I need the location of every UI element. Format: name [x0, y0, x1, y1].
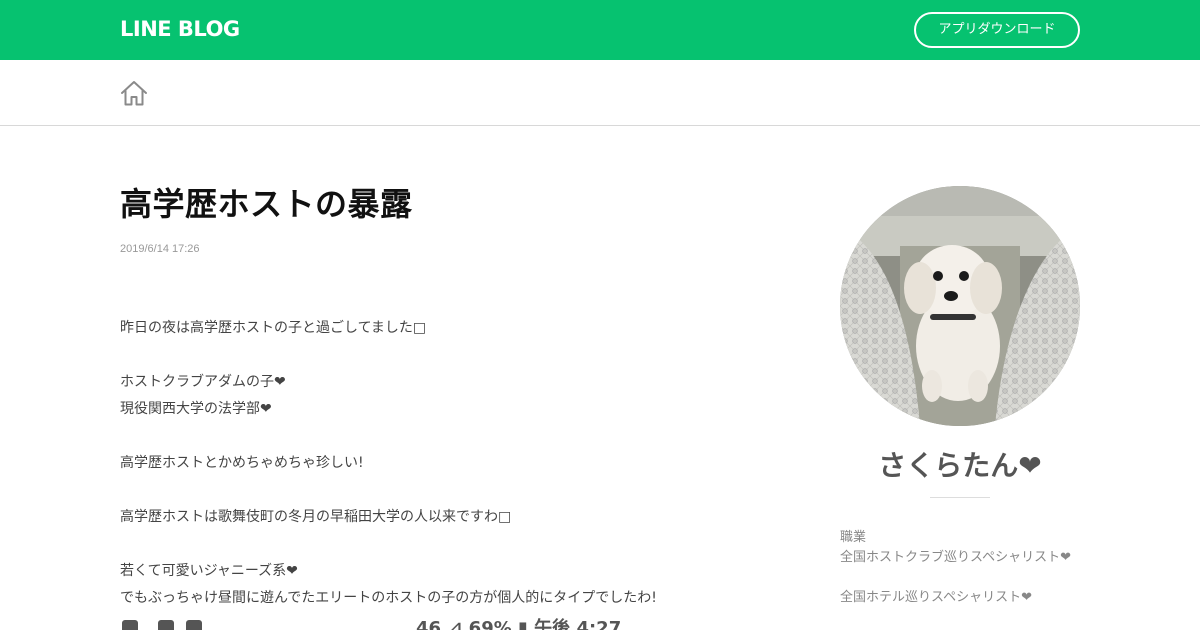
author-avatar[interactable] [840, 186, 1080, 426]
article-body: 昨日の夜は高学歴ホストの子と過ごしてました□ ホストクラブアダムの子❤ 現役関西… [120, 316, 760, 613]
line-blog-logo[interactable]: LINE BLOG [120, 17, 240, 41]
author-profile: 職業 全国ホストクラブ巡りスペシャリスト❤ 全国ホテル巡りスペシャリスト❤ [840, 528, 1100, 608]
article-title: 高学歴ホストの暴露 [120, 185, 413, 223]
dog-photo [840, 186, 1080, 426]
sub-navigation [0, 60, 1200, 126]
top-header-bar: LINE BLOG アプリダウンロード [0, 0, 1200, 60]
body-line: 現役関西大学の法学部❤ [120, 401, 272, 417]
author-name[interactable]: さくらたん❤ [840, 448, 1080, 484]
body-line: 昨日の夜は高学歴ホストの子と過ごしてました□ [120, 320, 427, 336]
divider [930, 497, 990, 498]
embedded-screenshot-top-edge: 46 ⊿ 69% ▮ 午後 4:27 [120, 618, 720, 630]
body-line: 若くて可愛いジャニーズ系❤ [120, 563, 298, 579]
body-line: でもぶっちゃけ昼間に遊んでたエリートのホストの子の方が個人的にタイプでしたわ! [120, 590, 657, 606]
article-date: 2019/6/14 17:26 [120, 243, 200, 255]
profile-line: 職業 [840, 530, 867, 545]
body-line: 高学歴ホストとかめちゃめちゃ珍しい! [120, 455, 364, 471]
home-icon[interactable] [120, 79, 148, 107]
body-line: ホストクラブアダムの子❤ [120, 374, 286, 390]
app-icon [158, 620, 174, 630]
twitter-icon [186, 620, 202, 630]
profile-spacer [840, 568, 1100, 588]
profile-line: 全国ホストクラブ巡りスペシャリスト❤ [840, 550, 1071, 565]
app-icon [122, 620, 138, 630]
profile-line: 全国ホテル巡りスペシャリスト❤ [840, 590, 1032, 605]
body-line: 高学歴ホストは歌舞伎町の冬月の早稲田大学の人以来ですわ□ [120, 509, 512, 525]
status-bar-text: 46 ⊿ 69% ▮ 午後 4:27 [416, 618, 622, 630]
app-download-button[interactable]: アプリダウンロード [914, 12, 1080, 48]
